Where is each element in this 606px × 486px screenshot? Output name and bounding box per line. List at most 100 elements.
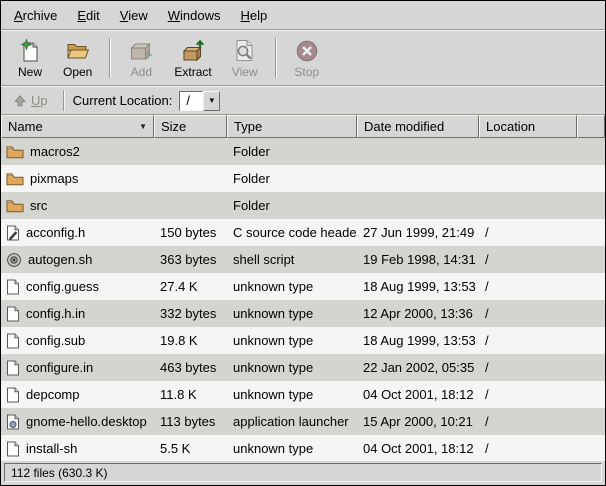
- folder-icon: [6, 198, 24, 214]
- cell-date-modified: 19 Feb 1998, 14:31: [357, 246, 479, 273]
- open-archive-icon: [66, 39, 90, 63]
- cell-name: acconfig.h: [1, 219, 154, 246]
- column-header-size[interactable]: Size: [154, 115, 227, 138]
- toolbar-button-label: Add: [131, 65, 152, 79]
- cell-size: 332 bytes: [154, 300, 227, 327]
- cell-location: /: [479, 219, 577, 246]
- toolbar-button-label: View: [232, 65, 258, 79]
- cell-size: [154, 138, 227, 165]
- cell-location: [479, 138, 577, 165]
- file-row-gnome-hello.desktop[interactable]: gnome-hello.desktop 113 bytesapplication …: [1, 408, 605, 435]
- file-name: src: [30, 198, 47, 213]
- toolbar-button-label: Open: [63, 65, 92, 79]
- toolbar: New Open Add Extract View Stop: [1, 31, 605, 85]
- column-header-label: Name: [8, 119, 43, 134]
- file-row-src[interactable]: srcFolder: [1, 192, 605, 219]
- table-body: macros2FolderpixmapsFoldersrcFolderaccon…: [1, 138, 605, 461]
- file-table: Name ▼ Size TypeDate modified Location macro…: [1, 114, 605, 461]
- new-button[interactable]: New: [7, 33, 53, 83]
- menu-view[interactable]: View: [111, 4, 157, 27]
- menu-windows[interactable]: Windows: [159, 4, 230, 27]
- file-row-depcomp[interactable]: depcomp11.8 Kunknown type04 Oct 2001, 18…: [1, 381, 605, 408]
- toolbar-separator: [275, 38, 277, 78]
- menu-archive[interactable]: Archive: [5, 4, 66, 27]
- cell-name: src: [1, 192, 154, 219]
- file-name: depcomp: [26, 387, 79, 402]
- column-header-label: Size: [161, 119, 186, 134]
- cell-size: [154, 192, 227, 219]
- cell-type: unknown type: [227, 327, 357, 354]
- file-row-acconfig.h[interactable]: acconfig.h150 bytesC source code header2…: [1, 219, 605, 246]
- location-combo-button[interactable]: ▼: [203, 91, 220, 111]
- sort-arrow-icon[interactable]: ▼: [135, 122, 147, 131]
- cell-name: pixmaps: [1, 165, 154, 192]
- column-header-type[interactable]: Type: [227, 115, 357, 138]
- cell-name: macros2: [1, 138, 154, 165]
- cell-filler: [577, 246, 605, 273]
- cell-type: Folder: [227, 165, 357, 192]
- cell-filler: [577, 138, 605, 165]
- add-button[interactable]: Add: [118, 33, 164, 83]
- cell-location: /: [479, 327, 577, 354]
- cell-date-modified: 12 Apr 2000, 13:36: [357, 300, 479, 327]
- stop-button[interactable]: Stop: [284, 33, 330, 83]
- cell-filler: [577, 381, 605, 408]
- extract-icon: [181, 39, 205, 63]
- launcher-icon: [6, 414, 20, 430]
- file-name: configure.in: [26, 360, 93, 375]
- source-icon: [6, 225, 20, 241]
- cell-name: depcomp: [1, 381, 154, 408]
- open-button[interactable]: Open: [53, 33, 102, 83]
- file-row-configure.in[interactable]: configure.in463 bytesunknown type22 Jan …: [1, 354, 605, 381]
- file-row-config.sub[interactable]: config.sub19.8 Kunknown type18 Aug 1999,…: [1, 327, 605, 354]
- file-name: config.guess: [26, 279, 99, 294]
- cell-name: config.guess: [1, 273, 154, 300]
- view-file-icon: [233, 39, 257, 63]
- cell-filler: [577, 165, 605, 192]
- file-row-install-sh[interactable]: install-sh5.5 Kunknown type04 Oct 2001, …: [1, 435, 605, 461]
- cell-type: unknown type: [227, 381, 357, 408]
- file-name: gnome-hello.desktop: [26, 414, 147, 429]
- cell-date-modified: 27 Jun 1999, 21:49: [357, 219, 479, 246]
- cell-name: gnome-hello.desktop: [1, 408, 154, 435]
- document-icon: [6, 360, 20, 376]
- column-header-name[interactable]: Name ▼: [1, 115, 154, 138]
- file-name: install-sh: [26, 441, 77, 456]
- file-row-config.guess[interactable]: config.guess27.4 Kunknown type18 Aug 199…: [1, 273, 605, 300]
- menu-help[interactable]: Help: [231, 4, 276, 27]
- current-location-label: Current Location:: [73, 93, 173, 108]
- cell-filler: [577, 300, 605, 327]
- column-header-location[interactable]: Location: [479, 115, 577, 138]
- file-name: acconfig.h: [26, 225, 85, 240]
- statusbar: 112 files (630.3 K): [1, 461, 605, 485]
- column-header-label: Location: [486, 119, 535, 134]
- cell-size: [154, 165, 227, 192]
- cell-location: [479, 192, 577, 219]
- location-combo[interactable]: / ▼: [179, 91, 220, 111]
- cell-type: Folder: [227, 138, 357, 165]
- location-combo-value[interactable]: /: [179, 91, 203, 111]
- file-row-config.h.in[interactable]: config.h.in332 bytesunknown type12 Apr 2…: [1, 300, 605, 327]
- extract-button[interactable]: Extract: [164, 33, 221, 83]
- cell-size: 463 bytes: [154, 354, 227, 381]
- archive-manager-window: ArchiveEditViewWindowsHelp NewOpenAddExt…: [0, 0, 606, 486]
- cell-filler: [577, 408, 605, 435]
- file-row-autogen.sh[interactable]: autogen.sh363 bytesshell script19 Feb 19…: [1, 246, 605, 273]
- cell-type: application launcher: [227, 408, 357, 435]
- up-arrow-icon: [13, 94, 27, 108]
- folder-icon: [6, 144, 24, 160]
- cell-type: unknown type: [227, 354, 357, 381]
- document-icon: [6, 279, 20, 295]
- cell-filler: [577, 192, 605, 219]
- toolbar-button-label: Stop: [294, 65, 319, 79]
- file-row-macros2[interactable]: macros2 Folder: [1, 138, 605, 165]
- new-archive-icon: [18, 39, 42, 63]
- menu-edit[interactable]: Edit: [68, 4, 108, 27]
- up-button[interactable]: Up: [6, 90, 55, 111]
- column-header-date-modified[interactable]: Date modified: [357, 115, 479, 138]
- file-row-pixmaps[interactable]: pixmaps Folder: [1, 165, 605, 192]
- view-button[interactable]: View: [222, 33, 268, 83]
- cell-size: 113 bytes: [154, 408, 227, 435]
- cell-date-modified: [357, 165, 479, 192]
- cell-name: configure.in: [1, 354, 154, 381]
